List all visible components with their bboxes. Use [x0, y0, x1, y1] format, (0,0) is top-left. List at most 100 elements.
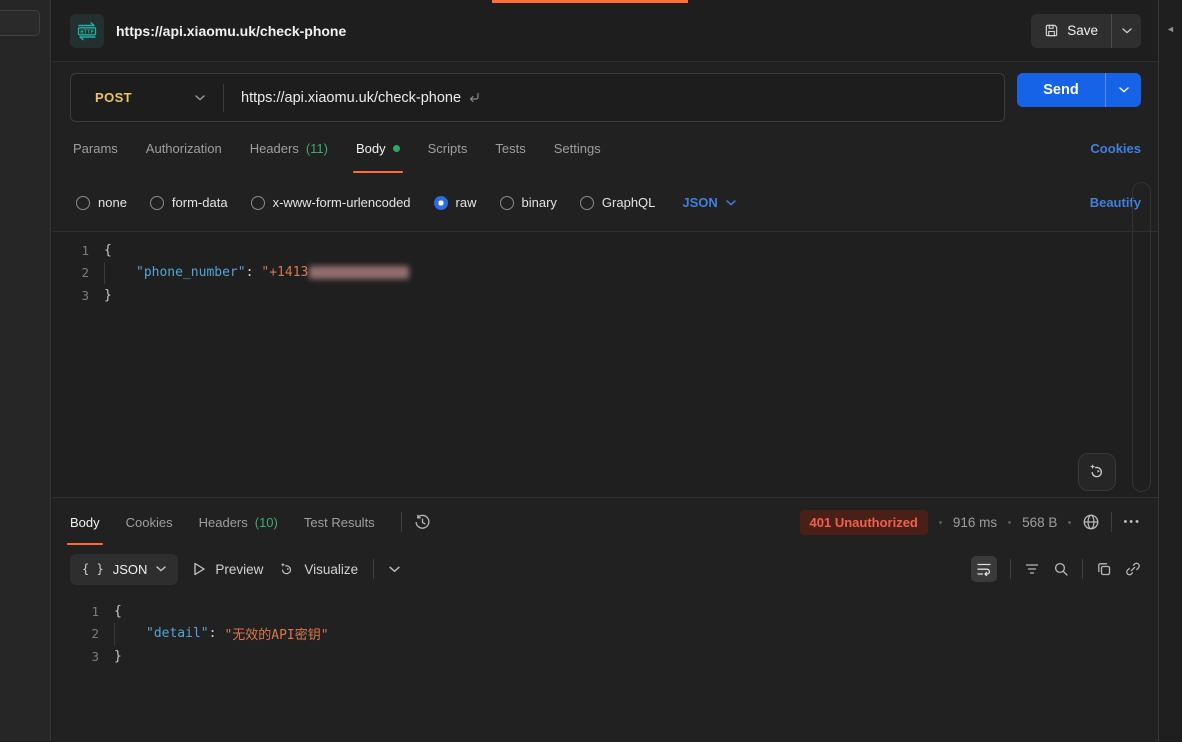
mode-raw[interactable]: raw — [434, 195, 477, 210]
response-history-button[interactable] — [414, 514, 431, 531]
response-body-editor[interactable]: 1 { 2 "detail" : "无效的API密钥" 3 } — [52, 592, 1158, 742]
send-button[interactable]: Send — [1017, 73, 1105, 107]
tab-tests[interactable]: Tests — [495, 122, 525, 174]
url-value: https://api.xiaomu.uk/check-phone — [241, 90, 461, 106]
response-time[interactable]: 916 ms — [953, 515, 997, 530]
save-button[interactable]: Save — [1031, 14, 1111, 48]
wrap-text-icon — [976, 561, 992, 577]
history-clock-icon — [414, 514, 431, 531]
method-select[interactable]: POST — [71, 90, 223, 105]
mode-graphql[interactable]: GraphQL — [580, 195, 655, 210]
code-line: 1 { — [52, 239, 1158, 262]
cookies-link[interactable]: Cookies — [1090, 141, 1141, 156]
tab-settings[interactable]: Settings — [554, 122, 601, 174]
link-icon — [1125, 561, 1141, 577]
globe-icon — [1082, 513, 1100, 531]
radio-selected-icon — [434, 196, 448, 210]
separator-dot — [939, 521, 942, 524]
mode-form-data[interactable]: form-data — [150, 195, 228, 210]
mode-none[interactable]: none — [76, 195, 127, 210]
response-toolbar-right — [971, 556, 1141, 582]
tab-authorization[interactable]: Authorization — [146, 122, 222, 174]
body-mode-row: none form-data x-www-form-urlencoded raw… — [52, 174, 1158, 231]
code-line: 3 } — [52, 284, 1158, 307]
divider — [373, 559, 374, 579]
radio-icon — [76, 196, 90, 210]
right-sidebar-rail: ◄ — [1158, 0, 1182, 741]
postbot-button[interactable] — [1078, 453, 1116, 491]
status-badge[interactable]: 401 Unauthorized — [800, 510, 928, 535]
visualize-button[interactable]: Visualize — [278, 561, 358, 578]
save-button-label: Save — [1067, 23, 1098, 38]
request-body-editor[interactable]: 1 { 2 "phone_number" : "+1413 3 } — [52, 231, 1158, 497]
visualize-sparkle-icon — [278, 561, 295, 578]
postbot-sparkle-icon — [1087, 462, 1107, 482]
response-tab-body[interactable]: Body — [70, 498, 100, 546]
divider — [1010, 559, 1011, 579]
tab-body[interactable]: Body — [356, 122, 400, 174]
tab-params[interactable]: Params — [73, 122, 118, 174]
more-actions-button[interactable]: ••• — [1123, 516, 1141, 528]
raw-language-select[interactable]: JSON — [682, 195, 735, 210]
wrap-text-button[interactable] — [971, 556, 997, 582]
json-value: "无效的API密钥" — [224, 624, 328, 643]
tab-headers[interactable]: Headers (11) — [250, 122, 328, 174]
response-toolbar: { } JSON Preview Visualize — [52, 546, 1158, 592]
code-line: 1 { — [52, 600, 1158, 623]
collapse-panel-arrow-icon[interactable]: ◄ — [1166, 24, 1175, 34]
response-tabs-bar: Body Cookies Headers (10) Test Results 4… — [52, 498, 1158, 546]
divider — [1111, 512, 1112, 532]
mode-binary[interactable]: binary — [500, 195, 557, 210]
indent-guide — [114, 623, 115, 645]
headers-count-badge: (11) — [306, 141, 328, 156]
braces-icon: { } — [82, 562, 104, 576]
method-label: POST — [95, 90, 132, 105]
response-meta-group: 401 Unauthorized 916 ms 568 B ••• — [800, 498, 1141, 546]
copy-button[interactable] — [1096, 561, 1112, 577]
left-sidebar-rail — [0, 0, 51, 741]
mode-x-www-form-urlencoded[interactable]: x-www-form-urlencoded — [251, 195, 411, 210]
send-split-button: Send — [1017, 73, 1141, 107]
save-split-button: Save — [1031, 14, 1141, 48]
radio-icon — [251, 196, 265, 210]
send-button-label: Send — [1043, 82, 1078, 98]
divider — [401, 512, 402, 532]
indent-guide — [104, 262, 105, 284]
url-input[interactable]: https://api.xiaomu.uk/check-phone — [224, 90, 480, 106]
code-line: 2 "phone_number" : "+1413 — [52, 262, 1158, 285]
send-options-caret[interactable] — [1105, 73, 1141, 107]
search-button[interactable] — [1053, 561, 1069, 577]
url-input-box: POST https://api.xiaomu.uk/check-phone — [70, 73, 1005, 122]
network-info-button[interactable] — [1082, 513, 1100, 531]
editor-scrollbar-track[interactable] — [1132, 182, 1151, 492]
response-format-select[interactable]: { } JSON — [70, 554, 178, 585]
return-key-icon — [468, 92, 480, 103]
http-request-icon: HTTP — [70, 14, 104, 48]
radio-icon — [580, 196, 594, 210]
code-line: 2 "detail" : "无效的API密钥" — [52, 623, 1158, 646]
request-tabs-bar: Params Authorization Headers (11) Body S… — [52, 122, 1158, 174]
json-value-visible: "+1413 — [261, 265, 308, 280]
preview-button[interactable]: Preview — [193, 562, 263, 577]
save-options-caret[interactable] — [1111, 14, 1141, 48]
response-size[interactable]: 568 B — [1022, 515, 1057, 530]
filter-button[interactable] — [1024, 561, 1040, 577]
play-icon — [193, 562, 206, 576]
json-key: "detail" — [146, 626, 209, 641]
response-tab-test-results[interactable]: Test Results — [304, 498, 375, 546]
radio-icon — [150, 196, 164, 210]
copy-icon — [1096, 561, 1112, 577]
search-icon — [1053, 561, 1069, 577]
response-tab-cookies[interactable]: Cookies — [126, 498, 173, 546]
radio-icon — [500, 196, 514, 210]
sidebar-collapsed-item[interactable] — [0, 10, 40, 36]
chevron-down-icon — [156, 566, 166, 572]
svg-text:HTTP: HTTP — [80, 29, 94, 35]
tab-scripts[interactable]: Scripts — [428, 122, 468, 174]
response-view-caret[interactable] — [389, 566, 400, 573]
divider — [1082, 559, 1083, 579]
response-headers-count-badge: (10) — [255, 515, 278, 530]
chevron-down-icon — [726, 200, 736, 206]
link-button[interactable] — [1125, 561, 1141, 577]
response-tab-headers[interactable]: Headers (10) — [199, 498, 278, 546]
